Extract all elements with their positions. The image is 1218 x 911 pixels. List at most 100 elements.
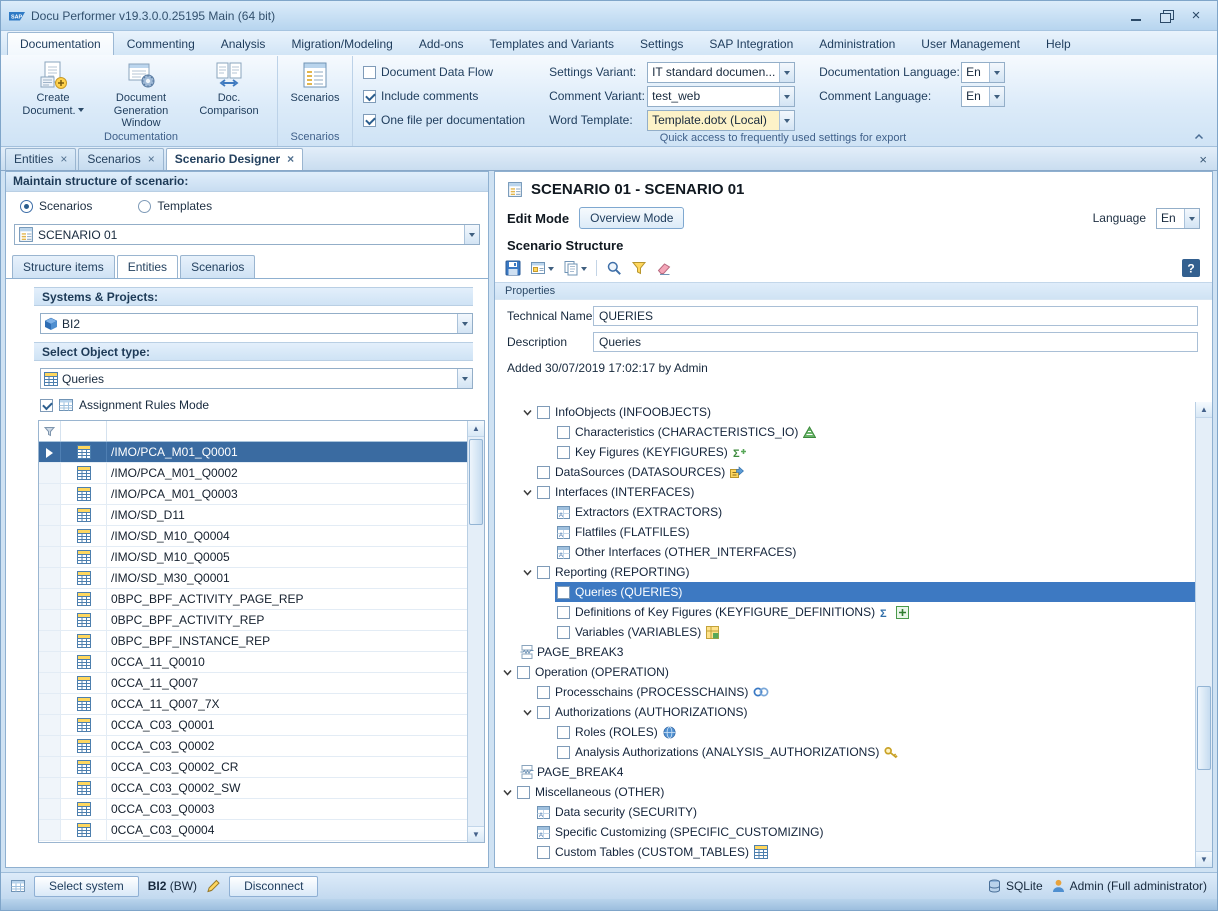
tree-checkbox[interactable] <box>537 486 550 499</box>
description-input[interactable] <box>593 332 1198 352</box>
disconnect-button[interactable]: Disconnect <box>229 876 318 897</box>
tree-item-custom-tables-custom-tables[interactable]: Custom Tables (CUSTOM_TABLES) <box>495 842 1195 862</box>
tree-item-queries-queries[interactable]: Queries (QUERIES) <box>495 582 1195 602</box>
grid-row[interactable]: 0BPC_BPF_ACTIVITY_REP <box>39 610 467 631</box>
grid-scrollbar[interactable]: ▲ ▼ <box>467 421 484 842</box>
create-document-button[interactable]: Create Document. <box>9 57 97 117</box>
document-tab-scenario-designer[interactable]: Scenario Designer× <box>166 148 303 170</box>
combo-arrow-icon[interactable] <box>779 87 794 106</box>
tree-item-processchains-processchains[interactable]: Processchains (PROCESSCHAINS) <box>495 682 1195 702</box>
user-status[interactable]: Admin (Full administrator) <box>1052 879 1207 893</box>
document-tab-scenarios[interactable]: Scenarios× <box>78 148 163 170</box>
ribbon-tab-templates-and-variants[interactable]: Templates and Variants <box>477 32 628 55</box>
ribbon-tab-analysis[interactable]: Analysis <box>208 32 279 55</box>
ribbon-tab-settings[interactable]: Settings <box>627 32 696 55</box>
grid-row[interactable]: 0BPC_BPF_INSTANCE_REP <box>39 631 467 652</box>
copy-button[interactable] <box>563 260 587 276</box>
tree-item-operation-operation[interactable]: Operation (OPERATION) <box>495 662 1195 682</box>
grid-row[interactable]: /IMO/SD_M10_Q0004 <box>39 526 467 547</box>
grid-row[interactable]: 0CCA_C03_Q0003 <box>39 799 467 820</box>
tree-checkbox[interactable] <box>557 726 570 739</box>
tree-item-datasources-datasources[interactable]: DataSources (DATASOURCES) <box>495 462 1195 482</box>
tree-item-miscellaneous-other[interactable]: Miscellaneous (OTHER) <box>495 782 1195 802</box>
tree-item-authorizations-authorizations[interactable]: Authorizations (AUTHORIZATIONS) <box>495 702 1195 722</box>
filter-button[interactable] <box>631 260 647 276</box>
search-button[interactable] <box>606 260 622 276</box>
combo-arrow-icon[interactable] <box>779 111 794 130</box>
tree-checkbox[interactable] <box>557 606 570 619</box>
close-document-icon[interactable]: × <box>1199 152 1207 167</box>
ribbon-tab-commenting[interactable]: Commenting <box>114 32 208 55</box>
comment-language-combo[interactable]: En <box>961 86 1005 107</box>
radio-scenarios[interactable]: Scenarios <box>20 199 92 213</box>
radio-templates[interactable]: Templates <box>138 199 212 213</box>
select-system-button[interactable]: Select system <box>34 876 139 897</box>
ribbon-tab-administration[interactable]: Administration <box>806 32 908 55</box>
grid-row[interactable]: 0CCA_C03_Q0002_CR <box>39 757 467 778</box>
close-tab-icon[interactable]: × <box>60 153 67 165</box>
tree-checkbox[interactable] <box>557 586 570 599</box>
ribbon-tab-user-management[interactable]: User Management <box>908 32 1033 55</box>
left-tab-scenarios[interactable]: Scenarios <box>180 255 255 278</box>
tree-item-infoobjects-infoobjects[interactable]: InfoObjects (INFOOBJECTS) <box>495 402 1195 422</box>
tree-checkbox[interactable] <box>517 786 530 799</box>
save-button[interactable] <box>505 260 521 276</box>
overview-mode-button[interactable]: Overview Mode <box>579 207 684 229</box>
clear-filter-button[interactable] <box>656 260 672 276</box>
combo-arrow-icon[interactable] <box>1184 209 1199 228</box>
combo-arrow-icon[interactable] <box>464 225 479 244</box>
combo-arrow-icon[interactable] <box>989 63 1004 82</box>
system-combo[interactable]: BI2 <box>40 313 473 334</box>
scroll-up-icon[interactable]: ▲ <box>1196 402 1212 418</box>
expander-icon[interactable] <box>519 707 535 718</box>
documentation-language-combo[interactable]: En <box>961 62 1005 83</box>
ribbon-checkbox-include-comments[interactable]: Include comments <box>363 89 525 103</box>
combo-arrow-icon[interactable] <box>457 314 472 333</box>
close-button[interactable]: × <box>1183 6 1209 26</box>
tree-item-other-interfaces-other-interfaces[interactable]: AOther Interfaces (OTHER_INTERFACES) <box>495 542 1195 562</box>
tree-item-reporting-reporting[interactable]: Reporting (REPORTING) <box>495 562 1195 582</box>
combo-arrow-icon[interactable] <box>989 87 1004 106</box>
ribbon-checkbox-document-data-flow[interactable]: Document Data Flow <box>363 65 525 79</box>
combo-arrow-icon[interactable] <box>779 63 794 82</box>
grid-row[interactable]: 0BPC_BPF_ACTIVITY_PAGE_REP <box>39 589 467 610</box>
tree-item-characteristics-characteristics-io[interactable]: Characteristics (CHARACTERISTICS_IO) <box>495 422 1195 442</box>
tree-checkbox[interactable] <box>557 626 570 639</box>
grid-row[interactable]: 0CCA_C03_Q0004 <box>39 820 467 841</box>
scroll-thumb[interactable] <box>469 439 483 525</box>
scroll-thumb[interactable] <box>1197 686 1211 770</box>
ribbon-tab-documentation[interactable]: Documentation <box>7 32 114 55</box>
left-tab-structure-items[interactable]: Structure items <box>12 255 115 278</box>
tree-item-key-figures-keyfigures[interactable]: Key Figures (KEYFIGURES)Σ <box>495 442 1195 462</box>
grid-row[interactable]: /IMO/SD_D11 <box>39 505 467 526</box>
grid-row[interactable]: 0CCA_11_Q007 <box>39 673 467 694</box>
tree-checkbox[interactable] <box>517 666 530 679</box>
tree-item-extractors-extractors[interactable]: AExtractors (EXTRACTORS) <box>495 502 1195 522</box>
word-template-combo[interactable]: Template.dotx (Local) <box>647 110 795 131</box>
tree-scrollbar[interactable]: ▲ ▼ <box>1195 402 1212 867</box>
edit-system-icon[interactable] <box>206 879 220 893</box>
grid-row[interactable]: /IMO/PCA_M01_Q0002 <box>39 463 467 484</box>
close-tab-icon[interactable]: × <box>148 153 155 165</box>
grid-row[interactable]: 0CCA_C03_Q0002_SW <box>39 778 467 799</box>
expander-icon[interactable] <box>499 667 515 678</box>
collapse-ribbon-button[interactable] <box>1191 130 1207 144</box>
tree-checkbox[interactable] <box>537 466 550 479</box>
tree-checkbox[interactable] <box>537 706 550 719</box>
tree-item-page-break3[interactable]: PAGE_BREAK3 <box>495 642 1195 662</box>
grid-row[interactable]: 0CCA_11_Q007_7X <box>39 694 467 715</box>
tree-item-interfaces-interfaces[interactable]: Interfaces (INTERFACES) <box>495 482 1195 502</box>
ribbon-tab-help[interactable]: Help <box>1033 32 1084 55</box>
grid-row[interactable]: /IMO/PCA_M01_Q0003 <box>39 484 467 505</box>
tree-checkbox[interactable] <box>537 406 550 419</box>
tree-checkbox[interactable] <box>537 846 550 859</box>
grid-filter-row[interactable] <box>39 421 467 442</box>
left-tab-entities[interactable]: Entities <box>117 255 178 278</box>
technical-name-input[interactable] <box>593 306 1198 326</box>
scroll-down-icon[interactable]: ▼ <box>468 826 484 842</box>
tree-checkbox[interactable] <box>557 746 570 759</box>
ribbon-tab-sap-integration[interactable]: SAP Integration <box>696 32 806 55</box>
ribbon-checkbox-one-file-per-documentation[interactable]: One file per documentation <box>363 113 525 127</box>
help-button[interactable]: ? <box>1182 259 1200 277</box>
ribbon-tab-migration-modeling[interactable]: Migration/Modeling <box>278 32 405 55</box>
